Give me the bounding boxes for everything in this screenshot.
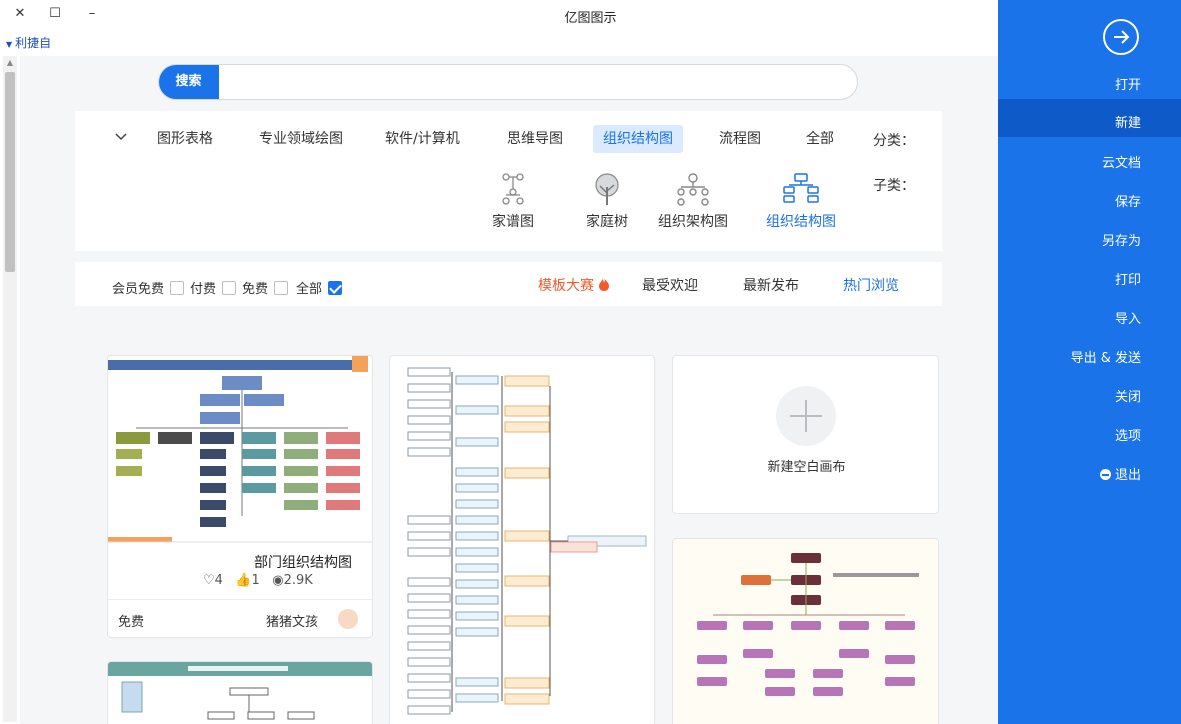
sidebar-item-save[interactable]: 保存: [1115, 191, 1141, 210]
category-mind-map[interactable]: 思维导图: [497, 125, 573, 153]
filter-member-free[interactable]: 会员免费: [112, 278, 185, 297]
category-label: 分类：: [873, 133, 915, 149]
category-org-chart[interactable]: 组织结构图: [593, 125, 683, 153]
checkbox[interactable]: [222, 281, 237, 295]
new-blank-canvas-label: 新建空白画布: [767, 460, 846, 475]
subcategory-org-chart[interactable]: 组织结构图: [761, 173, 841, 231]
sidebar-item-cloud[interactable]: 云文档: [1102, 152, 1141, 171]
subcategory-org-structure[interactable]: 组织架构图: [653, 173, 733, 231]
subcategory-family-tree[interactable]: 家庭树: [567, 173, 647, 231]
search-bar: 搜索: [158, 64, 858, 100]
tree-icon: [595, 173, 619, 205]
template-thumbnail: [108, 356, 372, 546]
plus-icon[interactable]: [776, 386, 836, 446]
template-card-flowchart[interactable]: [389, 355, 655, 724]
sidebar-item-options[interactable]: 选项: [1115, 425, 1141, 444]
hierarchy-icon: [677, 173, 709, 206]
template-title: 部门组织结构图: [254, 555, 352, 571]
sort-template-contest[interactable]: 模板大赛: [538, 275, 610, 295]
sidebar-item-close[interactable]: 关闭: [1115, 386, 1141, 405]
filter-all[interactable]: 全部: [296, 278, 343, 297]
subcategory-label: 家庭树: [586, 214, 628, 230]
subcategory-genealogy[interactable]: 家谱图: [473, 173, 553, 231]
thumbs-up-icon[interactable]: 👍: [235, 573, 251, 588]
chevron-down-icon[interactable]: [113, 129, 129, 145]
template-card[interactable]: 部门组织结构图 ♡4 👍1 ◉2.9K 免费 猪猪文孩: [107, 355, 373, 638]
sidebar-item-open[interactable]: 打开: [1115, 74, 1141, 93]
sidebar-item-print[interactable]: 打印: [1115, 269, 1141, 288]
sidebar-item-new[interactable]: 新建: [1115, 112, 1141, 131]
sidebar-item-import[interactable]: 导入: [1115, 308, 1141, 327]
filter-free[interactable]: 免费: [242, 278, 289, 297]
category-chart-table[interactable]: 图形表格: [147, 125, 223, 153]
scroll-thumb[interactable]: [5, 72, 15, 272]
search-button[interactable]: 搜索: [159, 65, 219, 99]
genealogy-icon: [502, 173, 524, 205]
category-professional[interactable]: 专业领域绘图: [249, 125, 353, 153]
sort-filter-bar: 会员免费 付费 免费 全部 模板大赛 最受欢迎 最新发布 热门浏览: [75, 262, 942, 306]
back-arrow-icon[interactable]: [1103, 19, 1139, 55]
subcategory-label: 家谱图: [492, 214, 534, 230]
subcategory-label: 子类：: [873, 178, 915, 194]
menu-bar: ▼ 利捷自: [0, 30, 998, 54]
filter-label: 会员免费: [112, 282, 165, 297]
template-thumbnail: [697, 553, 919, 696]
sidebar-item-exit[interactable]: 退出: [1099, 464, 1141, 483]
category-filter-panel: 图形表格 专业领域绘图 软件/计算机 思维导图 组织结构图 流程图 全部 分类：…: [75, 111, 942, 251]
sidebar-item-export[interactable]: 导出 & 发送: [1071, 347, 1141, 366]
vertical-scrollbar[interactable]: ▲: [3, 56, 17, 722]
org-chart-icon: [783, 173, 819, 203]
arrow-right-icon: [1114, 30, 1130, 44]
filter-label: 免费: [242, 282, 269, 297]
heart-icon[interactable]: ♡: [203, 573, 215, 588]
template-author[interactable]: 猪猪文孩: [266, 611, 318, 630]
sidebar-item-save-as[interactable]: 另存为: [1102, 230, 1141, 249]
subcategory-label: 组织结构图: [766, 214, 836, 230]
filter-paid[interactable]: 付费: [190, 278, 237, 297]
backstage-sidebar: 打开 新建 云文档 保存 另存为 打印 导入 导出 & 发送 关闭 选项 退出: [998, 0, 1181, 724]
sidebar-active-highlight: [998, 99, 1181, 137]
category-all[interactable]: 全部: [796, 125, 844, 153]
checkbox[interactable]: [274, 281, 289, 295]
template-card-partial[interactable]: [107, 661, 373, 724]
subcategory-label: 组织架构图: [658, 214, 728, 230]
search-input[interactable]: [221, 65, 857, 99]
template-price: 免费: [118, 615, 145, 630]
sort-most-popular[interactable]: 最受欢迎: [642, 275, 698, 295]
filter-label: 全部: [296, 282, 323, 297]
new-blank-canvas-card[interactable]: 新建空白画布: [672, 355, 939, 514]
sort-hot-views[interactable]: 热门浏览: [843, 275, 899, 295]
category-software[interactable]: 软件/计算机: [375, 125, 470, 153]
exit-icon: [1099, 469, 1111, 480]
template-footer: 免费 猪猪文孩: [108, 599, 372, 637]
category-flowchart[interactable]: 流程图: [709, 125, 771, 153]
author-avatar: [338, 609, 358, 629]
caret-down-icon: ▼: [6, 40, 13, 49]
sidebar-item-label: 退出: [1114, 468, 1141, 483]
template-browser: 搜索 图形表格 专业领域绘图 软件/计算机 思维导图 组织结构图 流程图 全部 …: [20, 56, 998, 724]
sort-newest[interactable]: 最新发布: [743, 275, 799, 295]
template-stats: ♡4 👍1 ◉2.9K: [203, 573, 313, 588]
template-card-org[interactable]: [672, 538, 939, 724]
views-count: 2.9K: [283, 573, 313, 588]
fire-icon: [599, 277, 610, 291]
checkbox[interactable]: [170, 281, 185, 295]
menu-item-label: 利捷自: [15, 36, 52, 50]
sort-label: 模板大赛: [538, 278, 594, 294]
template-thumbnail: [407, 367, 647, 715]
eye-icon: ◉: [272, 573, 284, 588]
filter-label: 付费: [190, 282, 217, 297]
likes-count: 1: [251, 573, 260, 588]
menu-item-quick-access[interactable]: ▼ 利捷自: [6, 34, 51, 51]
favorites-count: 4: [214, 573, 223, 588]
template-thumbnail: [108, 662, 372, 720]
scroll-up-icon[interactable]: ▲: [3, 56, 17, 70]
checkbox-checked[interactable]: [328, 281, 343, 295]
